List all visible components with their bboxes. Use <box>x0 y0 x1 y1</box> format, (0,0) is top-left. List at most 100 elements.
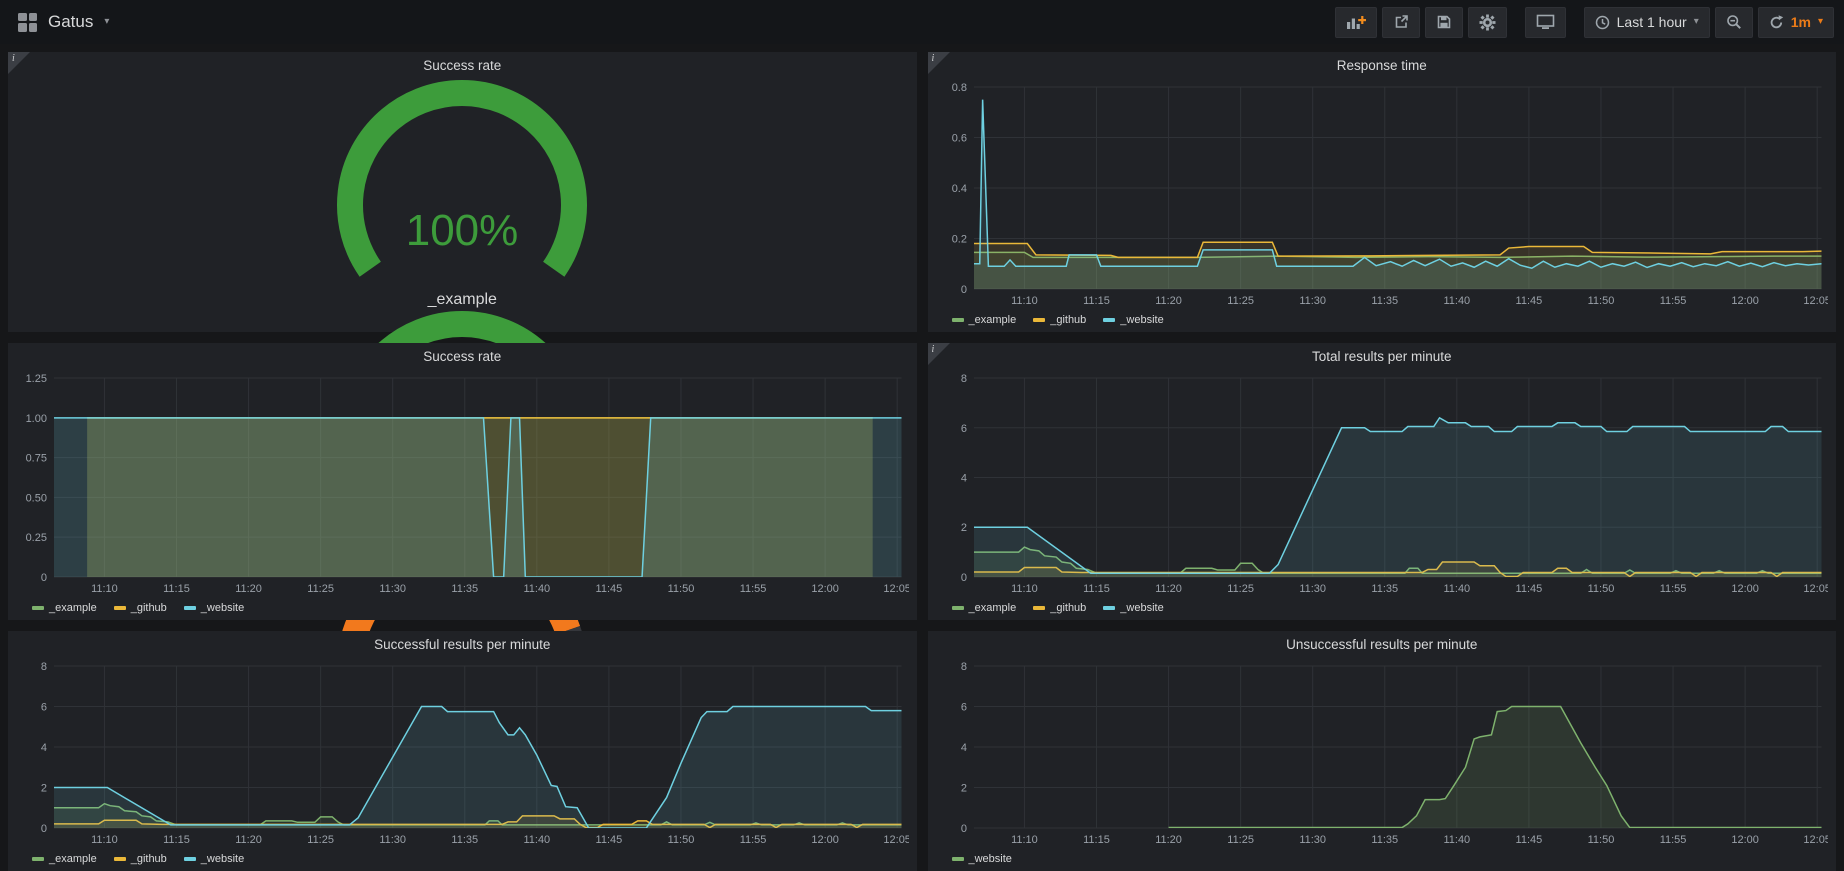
chart-legend: _website <box>936 849 1829 868</box>
panel-header[interactable]: Success rate <box>8 343 917 369</box>
time-range-picker-button[interactable]: Last 1 hour ▾ <box>1584 7 1710 38</box>
svg-text:4: 4 <box>960 742 966 754</box>
svg-text:11:50: 11:50 <box>1587 583 1614 595</box>
svg-text:11:25: 11:25 <box>1227 295 1254 307</box>
refresh-icon <box>1769 15 1784 30</box>
chart-body: 0246811:1011:1511:2011:2511:3011:3511:40… <box>928 369 1837 620</box>
panel-successful-results: Successful results per minute 0246811:10… <box>8 631 917 871</box>
refresh-picker-button[interactable]: 1m ▾ <box>1758 7 1834 38</box>
svg-text:11:40: 11:40 <box>1443 834 1470 846</box>
chart-canvas[interactable]: 0246811:1011:1511:2011:2511:3011:3511:40… <box>936 369 1829 598</box>
svg-text:12:05: 12:05 <box>1803 583 1828 595</box>
svg-text:8: 8 <box>960 661 966 673</box>
legend-swatch <box>952 857 964 861</box>
panel-title: Response time <box>1337 58 1427 73</box>
svg-text:0.8: 0.8 <box>951 82 966 94</box>
legend-label: _example <box>49 602 97 614</box>
legend-item-_website[interactable]: _website <box>1103 602 1163 614</box>
svg-text:1.25: 1.25 <box>26 373 47 385</box>
chart-canvas[interactable]: 00.250.500.751.001.2511:1011:1511:2011:2… <box>16 369 909 598</box>
legend-item-_example[interactable]: _example <box>32 602 97 614</box>
legend-swatch <box>184 606 196 610</box>
svg-text:12:00: 12:00 <box>1731 583 1759 595</box>
legend-item-_example[interactable]: _example <box>952 314 1017 326</box>
chart-legend: _example _github _website <box>936 310 1829 329</box>
legend-swatch <box>114 857 126 861</box>
svg-text:11:40: 11:40 <box>523 583 550 595</box>
chart-legend: _example _github _website <box>936 598 1829 617</box>
svg-text:11:30: 11:30 <box>379 834 406 846</box>
legend-swatch <box>184 857 196 861</box>
legend-item-_github[interactable]: _github <box>1033 314 1086 326</box>
save-dashboard-button[interactable] <box>1425 7 1463 38</box>
legend-label: _github <box>1050 314 1086 326</box>
panel-info-corner[interactable]: i <box>8 52 30 74</box>
svg-text:11:10: 11:10 <box>91 583 118 595</box>
svg-text:11:55: 11:55 <box>740 834 767 846</box>
legend-label: _website <box>969 853 1012 865</box>
svg-text:11:10: 11:10 <box>1011 583 1038 595</box>
panel-info-corner[interactable]: i <box>928 52 950 74</box>
chart-body: 00.20.40.60.811:1011:1511:2011:2511:3011… <box>928 78 1837 332</box>
chart-body: 00.250.500.751.001.2511:1011:1511:2011:2… <box>8 369 917 620</box>
svg-text:0.25: 0.25 <box>26 532 47 544</box>
svg-text:11:40: 11:40 <box>1443 295 1470 307</box>
svg-text:11:10: 11:10 <box>91 834 118 846</box>
svg-text:11:50: 11:50 <box>1587 834 1614 846</box>
clock-icon <box>1595 15 1610 30</box>
dashboard-title[interactable]: Gatus <box>48 12 93 32</box>
chart-canvas[interactable]: 0246811:1011:1511:2011:2511:3011:3511:40… <box>936 657 1829 849</box>
legend-swatch <box>1033 318 1045 322</box>
svg-text:11:35: 11:35 <box>451 583 478 595</box>
grafana-logo-grid-icon[interactable] <box>18 13 37 32</box>
chart-canvas[interactable]: 00.20.40.60.811:1011:1511:2011:2511:3011… <box>936 78 1829 310</box>
legend-label: _example <box>969 314 1017 326</box>
legend-item-_website[interactable]: _website <box>184 853 244 865</box>
svg-text:11:55: 11:55 <box>740 583 767 595</box>
svg-text:11:20: 11:20 <box>235 583 262 595</box>
chart-legend: _example _github _website <box>16 849 909 868</box>
legend-item-_example[interactable]: _example <box>32 853 97 865</box>
svg-text:11:20: 11:20 <box>1155 295 1182 307</box>
legend-item-_github[interactable]: _github <box>114 853 167 865</box>
legend-swatch <box>1103 606 1115 610</box>
legend-item-_github[interactable]: _github <box>1033 602 1086 614</box>
svg-text:12:05: 12:05 <box>883 834 908 846</box>
cycle-view-mode-button[interactable] <box>1525 7 1566 38</box>
panel-header[interactable]: Unsuccessful results per minute <box>928 631 1837 657</box>
share-dashboard-button[interactable] <box>1382 7 1420 38</box>
dashboard-settings-button[interactable] <box>1468 7 1507 38</box>
svg-text:12:00: 12:00 <box>1731 295 1759 307</box>
legend-label: _website <box>1120 602 1163 614</box>
panel-header[interactable]: Success rate <box>8 52 917 78</box>
panel-success-rate-gauges: i Success rate 100%_example100%_github78… <box>8 52 917 332</box>
svg-text:11:45: 11:45 <box>596 583 623 595</box>
panel-info-corner[interactable]: i <box>928 343 950 365</box>
svg-text:11:20: 11:20 <box>1155 583 1182 595</box>
svg-text:1.00: 1.00 <box>26 413 47 425</box>
chart-canvas[interactable]: 0246811:1011:1511:2011:2511:3011:3511:40… <box>16 657 909 849</box>
svg-text:11:55: 11:55 <box>1659 834 1686 846</box>
svg-text:11:15: 11:15 <box>1083 583 1110 595</box>
panel-header[interactable]: Successful results per minute <box>8 631 917 657</box>
panel-header[interactable]: Response time <box>928 52 1837 78</box>
svg-text:11:40: 11:40 <box>523 834 550 846</box>
legend-label: _website <box>201 602 244 614</box>
svg-text:8: 8 <box>960 373 966 385</box>
gauge-value: 100% <box>406 206 519 255</box>
panel-response-time: i Response time 00.20.40.60.811:1011:151… <box>928 52 1837 332</box>
refresh-interval-label: 1m <box>1791 14 1811 30</box>
legend-item-_example[interactable]: _example <box>952 602 1017 614</box>
legend-item-_github[interactable]: _github <box>114 602 167 614</box>
dashboard-grid: i Success rate 100%_example100%_github78… <box>0 44 1844 871</box>
legend-item-_website[interactable]: _website <box>184 602 244 614</box>
legend-item-_website[interactable]: _website <box>1103 314 1163 326</box>
svg-text:11:10: 11:10 <box>1011 295 1038 307</box>
dashboard-title-caret-icon[interactable]: ▾ <box>104 17 109 27</box>
gauge-label: _example <box>428 291 497 309</box>
panel-header[interactable]: Total results per minute <box>928 343 1837 369</box>
zoom-out-time-button[interactable] <box>1715 7 1753 38</box>
time-range-label: Last 1 hour <box>1617 14 1687 30</box>
add-panel-button[interactable] <box>1335 7 1377 38</box>
legend-item-_website[interactable]: _website <box>952 853 1012 865</box>
